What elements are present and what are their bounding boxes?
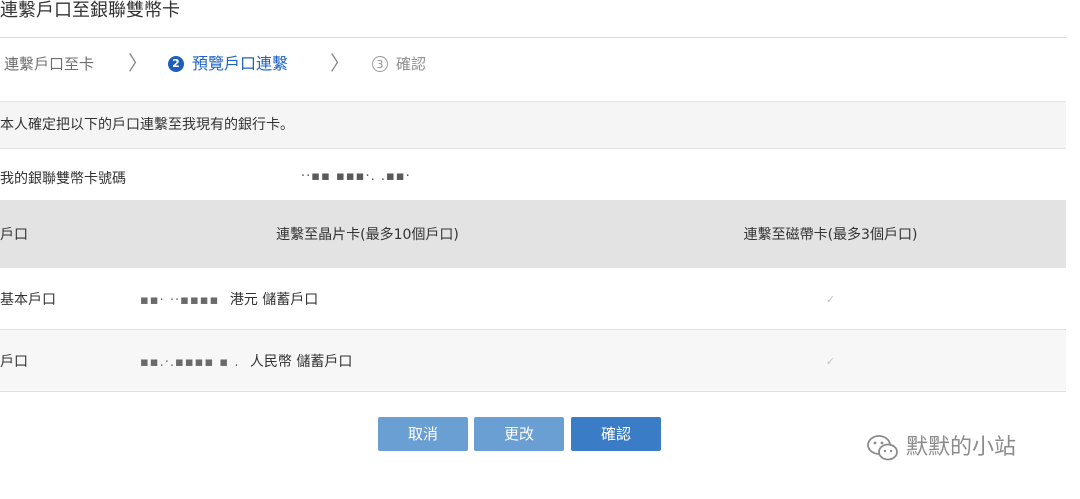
confirmation-text: 本人確定把以下的戶口連繫至我現有的銀行卡。 [0, 117, 294, 133]
confirm-button[interactable]: 確認 [571, 417, 661, 451]
table-row: 基本戶口 ▪▪· ··▪▪▪▪ 港元 儲蓄戶口 ✓ [0, 268, 1066, 330]
card-number-label: 我的銀聯雙幣卡號碼 [0, 171, 126, 187]
watermark: 默默的小站 [866, 434, 1016, 462]
step-link-account: 連繫戶口至卡 [4, 54, 94, 74]
card-number-value: ··▪▪ ▪▪▪·. .▪▪· [301, 169, 411, 184]
masked-account-number: ▪▪· ··▪▪▪▪ [140, 292, 220, 308]
step-label: 確認 [396, 55, 427, 73]
step-label: 連繫戶口至卡 [4, 55, 95, 73]
header-magnetic-card: 連繫至磁帶卡(最多3個戶口) [595, 200, 1066, 268]
modify-button[interactable]: 更改 [474, 417, 564, 451]
header-chip-card: 連繫至晶片卡(最多10個戶口) [140, 200, 595, 268]
step-preview: 2 預覽戶口連繫 [168, 54, 288, 74]
progress-steps: 連繫戶口至卡 〉 2 預覽戶口連繫 〉 3 確認 [0, 38, 1066, 100]
step-confirm: 3 確認 [372, 54, 426, 74]
step-label: 預覽戶口連繫 [192, 54, 289, 73]
watermark-text: 默默的小站 [906, 435, 1017, 460]
page-title: 連繫戶口至銀聯雙幣卡 [0, 0, 1066, 38]
header-account: 戶口 [0, 200, 140, 268]
chevron-right-icon: 〉 [128, 51, 148, 75]
table-header-row: 戶口 連繫至晶片卡(最多10個戶口) 連繫至磁帶卡(最多3個戶口) [0, 200, 1066, 268]
account-name: 基本戶口 [0, 268, 140, 330]
table-row: 戶口 ▪▪.·.▪▪▪▪ ▪ . 人民幣 儲蓄戶口 ✓ [0, 329, 1066, 392]
chevron-right-icon: 〉 [330, 51, 350, 75]
checkmark-icon[interactable]: ✓ [825, 293, 837, 306]
account-detail: 港元 儲蓄戶口 [229, 291, 319, 308]
account-name: 戶口 [0, 329, 140, 392]
accounts-table: 戶口 連繫至晶片卡(最多10個戶口) 連繫至磁帶卡(最多3個戶口) 基本戶口 ▪… [0, 200, 1066, 392]
wechat-icon [867, 435, 898, 461]
account-detail: 人民幣 儲蓄戶口 [249, 353, 353, 370]
cancel-button[interactable]: 取消 [378, 417, 468, 451]
magnetic-cell: ✓ [595, 268, 1066, 330]
step-number-badge: 2 [168, 56, 184, 72]
chip-account-cell: ▪▪· ··▪▪▪▪ 港元 儲蓄戶口 [140, 268, 595, 330]
step-number-badge: 3 [372, 56, 388, 72]
magnetic-cell: ✓ [595, 329, 1066, 392]
page-title-text: 連繫戶口至銀聯雙幣卡 [0, 0, 180, 21]
masked-account-number: ▪▪.·.▪▪▪▪ ▪ . [140, 354, 240, 370]
chip-account-cell: ▪▪.·.▪▪▪▪ ▪ . 人民幣 儲蓄戶口 [140, 329, 595, 392]
confirmation-notice: 本人確定把以下的戶口連繫至我現有的銀行卡。 [0, 101, 1066, 149]
checkmark-icon[interactable]: ✓ [825, 355, 837, 368]
card-number-row: 我的銀聯雙幣卡號碼 ··▪▪ ▪▪▪·. .▪▪· [0, 148, 1066, 200]
